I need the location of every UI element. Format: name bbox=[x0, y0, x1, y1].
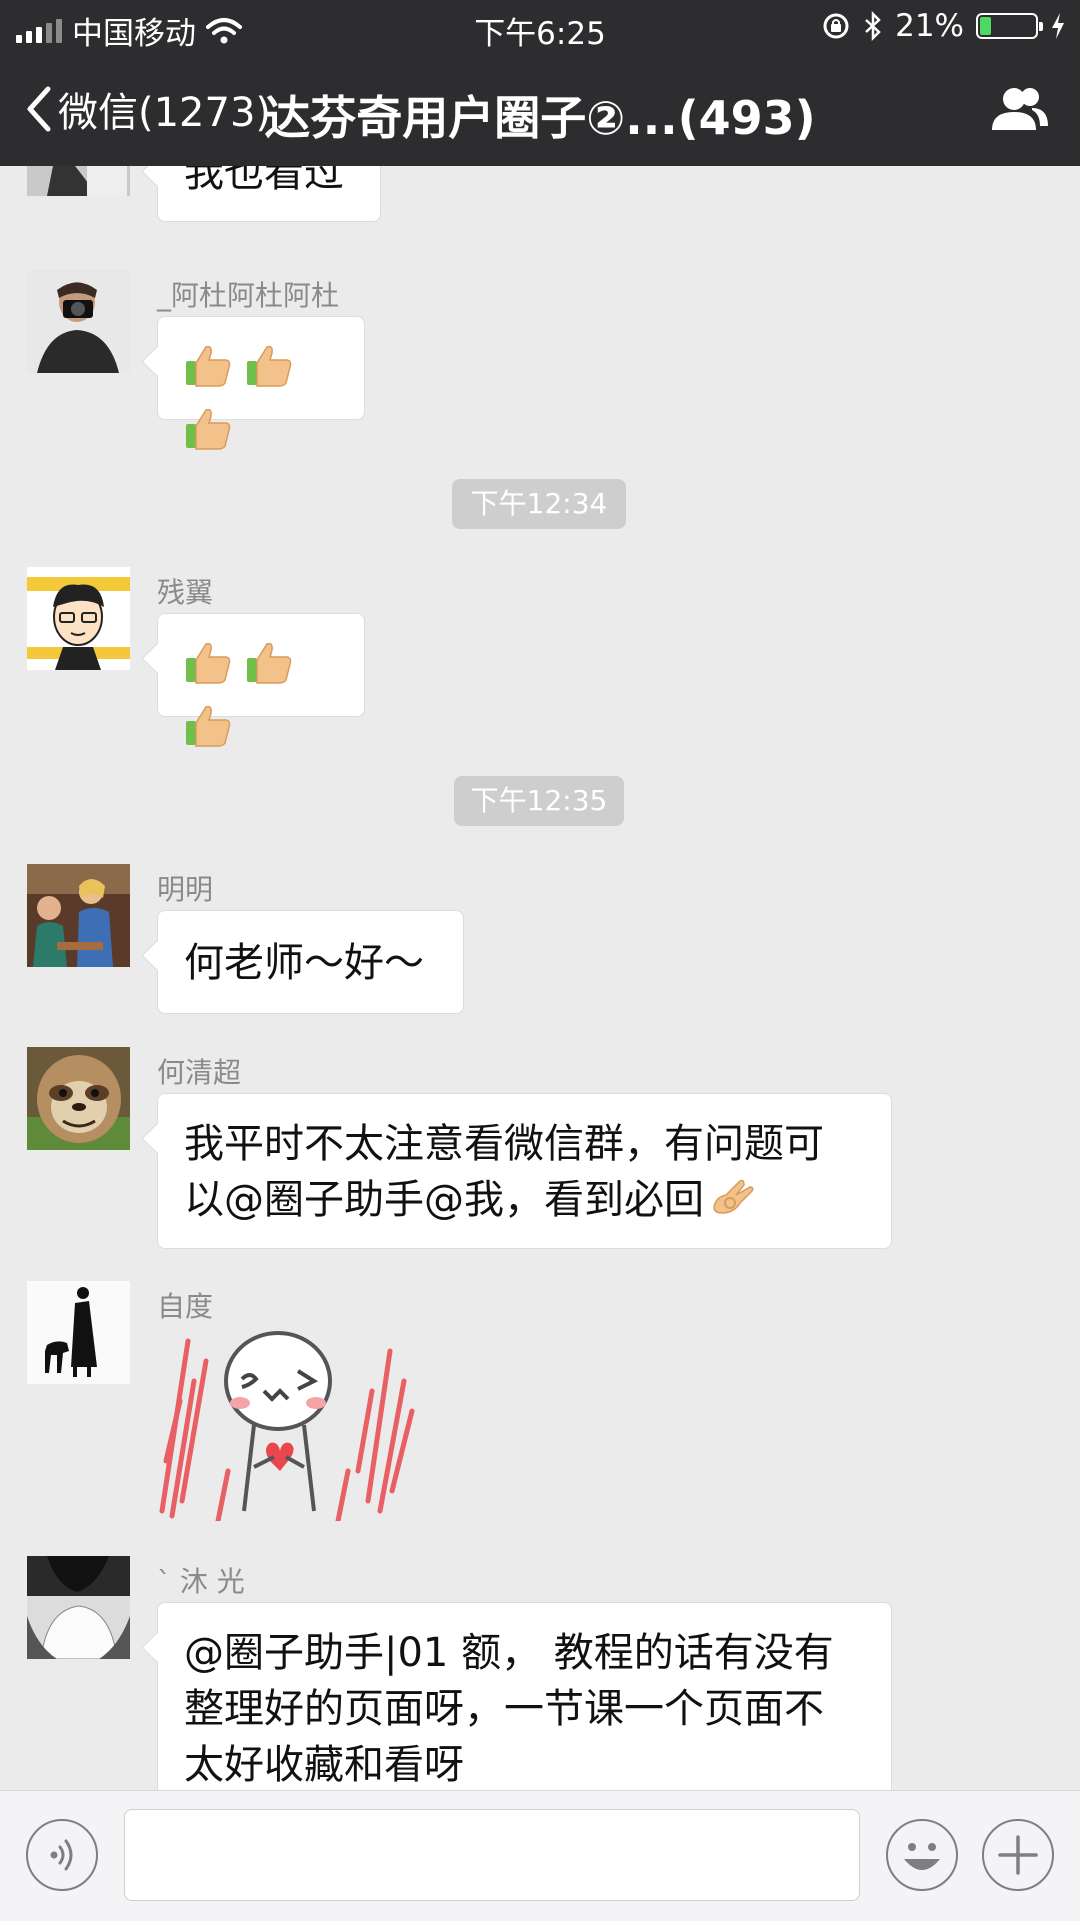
sender-name: ` 沐 光 bbox=[157, 1565, 245, 1598]
message-text: 何老师～好～ bbox=[184, 940, 424, 986]
message-bubble[interactable]: 何老师～好～ bbox=[157, 910, 464, 1014]
thumbs-up-icon bbox=[245, 341, 293, 404]
status-bar: 中国移动 下午6:25 21% bbox=[0, 0, 1080, 54]
input-bar bbox=[0, 1790, 1080, 1921]
thumbs-up-icon bbox=[184, 638, 232, 701]
sender-name: _阿杜阿杜阿杜 bbox=[157, 279, 340, 312]
voice-button[interactable] bbox=[26, 1819, 98, 1891]
message-bubble[interactable]: @圈子助手|01 额， 教程的话有没有 整理好的页面呀，一节课一个页面不 太好收… bbox=[157, 1602, 892, 1790]
sender-name: 残翼 bbox=[157, 576, 214, 609]
voice-icon bbox=[50, 1839, 73, 1871]
message-text-line: 我平时不太注意看微信群，有问题可 bbox=[184, 1121, 824, 1167]
avatar[interactable] bbox=[27, 1281, 130, 1384]
message-bubble[interactable] bbox=[157, 613, 365, 747]
battery-fill bbox=[980, 17, 991, 35]
blushing-face-sticker[interactable] bbox=[158, 1321, 418, 1524]
avatar[interactable] bbox=[27, 1047, 130, 1150]
ok-hand-icon bbox=[710, 1173, 758, 1232]
message-bubble[interactable]: 我也看过 bbox=[157, 166, 381, 222]
avatar[interactable] bbox=[27, 567, 130, 670]
group-members-button[interactable] bbox=[988, 84, 1050, 134]
avatar[interactable] bbox=[27, 864, 130, 967]
thumbs-up-icon bbox=[184, 701, 232, 764]
thumbs-up-icon bbox=[245, 638, 293, 701]
chat-area[interactable]: 我也看过 _阿杜阿杜阿杜 下午12:34 残翼 下午12:35 明明 何老师～好… bbox=[0, 166, 1080, 1790]
battery-percent: 21% bbox=[895, 8, 964, 44]
nav-bar: 微信(1273) 达芬奇用户圈子②...(493) bbox=[0, 54, 1080, 166]
thumbs-up-icon bbox=[184, 341, 232, 404]
more-button[interactable] bbox=[982, 1819, 1054, 1891]
status-right: 21% bbox=[821, 8, 1066, 44]
top-bar: 中国移动 下午6:25 21% 微信(1273) 达芬奇用户圈子②...(493… bbox=[0, 0, 1080, 166]
avatar[interactable] bbox=[27, 1556, 130, 1659]
message-text-line: 以@圈子助手@我，看到必回 bbox=[184, 1177, 704, 1223]
group-icon bbox=[992, 88, 1048, 130]
battery-icon bbox=[976, 13, 1043, 39]
sender-name: 明明 bbox=[157, 873, 214, 906]
message-text: 我也看过 bbox=[184, 166, 344, 196]
charging-icon bbox=[1052, 13, 1064, 39]
bluetooth-icon bbox=[865, 11, 881, 41]
emoji-button[interactable] bbox=[886, 1819, 958, 1891]
message-input[interactable] bbox=[124, 1809, 860, 1901]
sender-name: 自度 bbox=[157, 1290, 214, 1323]
message-text-line: 太好收藏和看呀 bbox=[184, 1742, 464, 1788]
thumbs-up-icon bbox=[184, 404, 232, 467]
emoji-icon bbox=[904, 1843, 940, 1870]
rotation-lock-icon bbox=[823, 13, 849, 39]
sender-name: 何清超 bbox=[157, 1056, 242, 1089]
avatar[interactable] bbox=[27, 166, 130, 196]
plus-icon bbox=[998, 1835, 1038, 1875]
avatar[interactable] bbox=[27, 270, 130, 373]
message-bubble[interactable] bbox=[157, 316, 365, 450]
timestamp: 下午12:35 bbox=[454, 776, 624, 826]
message-text-line: @圈子助手|01 额， 教程的话有没有 bbox=[184, 1630, 834, 1676]
message-bubble[interactable]: 我平时不太注意看微信群，有问题可 以@圈子助手@我，看到必回 bbox=[157, 1093, 892, 1249]
message-text-line: 整理好的页面呀，一节课一个页面不 bbox=[184, 1686, 824, 1732]
timestamp: 下午12:34 bbox=[452, 479, 626, 529]
chat-title: 达芬奇用户圈子②...(493) bbox=[264, 91, 816, 145]
